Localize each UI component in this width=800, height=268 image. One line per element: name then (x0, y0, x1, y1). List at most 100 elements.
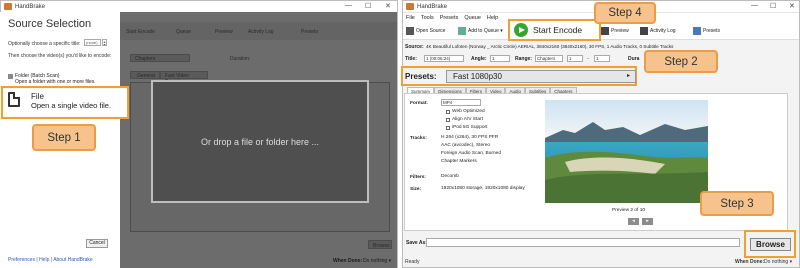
preview-prev-button[interactable]: ◂ (628, 218, 639, 225)
track-item: Foreign Audio Scan, Burned (441, 151, 502, 156)
dim-when-done-label: When Done: (333, 258, 363, 264)
when-done-label: When Done: (735, 259, 765, 265)
maximize-icon[interactable]: ☐ (365, 2, 371, 10)
folder-option[interactable]: Folder (Batch Scan) Open a folder with o… (8, 73, 96, 85)
menu-help[interactable]: Help (487, 15, 498, 21)
tracks-label: Tracks: (410, 136, 427, 141)
step2-callout: Step 2 (644, 50, 718, 73)
drop-zone-text: Or drop a file or folder here ... (200, 136, 320, 147)
range-type-select[interactable]: Chapters (535, 55, 563, 62)
save-as-label: Save As: (406, 240, 427, 246)
dim-start-encode: Start Encode (126, 29, 155, 35)
add-to-queue-button[interactable]: Add to Queue ▾ (458, 27, 503, 35)
title-spinner[interactable]: ▴ ▾ (102, 39, 107, 47)
minimize-icon[interactable]: — (345, 2, 352, 9)
preview-icon (601, 27, 609, 35)
drop-zone[interactable]: Or drop a file or folder here ... (151, 80, 369, 203)
file-option[interactable]: File Open a single video file. (1, 86, 129, 119)
save-as-input[interactable] (426, 238, 740, 247)
size-label: Size: (410, 187, 422, 192)
dim-when-done-value: Do nothing ▾ (363, 258, 392, 264)
open-source-button[interactable]: Open Source (406, 27, 445, 35)
source-value: 4K Beautiful Lofoten (Norway _ Arctic Ci… (426, 44, 674, 49)
dim-range-field: Chapters (130, 54, 190, 62)
title-label: Title: (405, 56, 417, 62)
preview-next-button[interactable]: ▸ (642, 218, 653, 225)
menu-queue[interactable]: Queue (464, 15, 481, 21)
preview-button[interactable]: Preview (601, 27, 629, 35)
title-select[interactable]: (none) (84, 39, 101, 46)
format-select[interactable]: MP4 (441, 99, 481, 106)
dim-queue: Queue (176, 29, 192, 35)
dim-activity-log: Activity Log (248, 29, 274, 35)
source-selection-title: Source Selection (8, 18, 92, 30)
preferences-link[interactable]: Preferences (8, 257, 35, 263)
choose-label: Then choose the video(s) you'd like to e… (8, 53, 112, 59)
start-encode-button[interactable]: Start Encode (508, 19, 601, 41)
activity-log-button[interactable]: Activity Log (640, 27, 676, 35)
presets-row: Presets: Fast 1080p30 ▸ (401, 66, 637, 86)
log-icon (640, 27, 648, 35)
web-optimized-checkbox[interactable]: Web Optimized (446, 109, 485, 114)
close-icon[interactable]: ✕ (385, 2, 391, 10)
preset-selector[interactable]: Fast 1080p30 ▸ (446, 70, 636, 83)
link-separator: | (36, 257, 38, 263)
dim-browse: Browse (368, 240, 392, 249)
footer-links: Preferences | Help | About HandBrake (8, 257, 93, 263)
duration-label: Dura (628, 56, 640, 62)
filters-value: Decomb (441, 174, 459, 179)
folder-option-desc: Open a folder with one or more files. (15, 79, 96, 85)
format-label: Format: (410, 101, 428, 106)
step3-callout: Step 3 (700, 191, 774, 216)
menu-presets[interactable]: Presets (440, 15, 459, 21)
presets-label: Presets: (405, 72, 437, 81)
ipod-support-checkbox[interactable]: iPod 5G Support (446, 125, 487, 130)
maximize-icon[interactable]: ☐ (770, 2, 776, 10)
angle-select[interactable]: 1 (490, 55, 510, 62)
chevron-left-icon: ◂ (632, 218, 635, 224)
range-label: Range: (515, 56, 532, 62)
folder-icon (8, 74, 13, 79)
play-icon (514, 23, 528, 37)
save-as-row: Save As: (404, 237, 786, 250)
menu-tools[interactable]: Tools (421, 15, 434, 21)
preset-value: Fast 1080p30 (453, 72, 502, 81)
status-text: Ready (405, 259, 420, 265)
film-icon (406, 27, 414, 35)
preview-caption: Preview 2 of 10 (612, 208, 646, 213)
chevron-right-icon: ▸ (646, 218, 649, 224)
track-item: H.264 (x264), 30 FPS PFR (441, 135, 499, 140)
help-link[interactable]: Help (39, 257, 49, 263)
file-option-title: File (31, 92, 44, 101)
link-separator: | (50, 257, 53, 263)
close-icon[interactable]: ✕ (789, 2, 795, 10)
checkbox-icon (446, 109, 450, 114)
about-link[interactable]: About HandBrake (53, 257, 92, 263)
track-item: AAC (avcodec), Stereo (441, 143, 491, 148)
source-label: Source: (405, 44, 424, 50)
minimize-icon[interactable]: — (751, 2, 758, 9)
handbrake-logo-icon (4, 3, 12, 10)
left-window-title: HandBrake (15, 3, 46, 10)
range-to-select[interactable]: 1 (594, 55, 610, 62)
align-av-checkbox[interactable]: Align A/V Start (446, 117, 483, 122)
queue-add-icon (458, 27, 466, 35)
range-separator: - (587, 56, 589, 62)
browse-button[interactable]: Browse (750, 238, 791, 251)
menu-file[interactable]: File (406, 15, 415, 21)
when-done-select[interactable]: Do nothing ▾ (764, 259, 792, 265)
right-window-title: HandBrake (417, 3, 448, 10)
handbrake-logo-icon (406, 3, 414, 10)
track-item: Chapter Markers (441, 159, 477, 164)
step4-callout: Step 4 (594, 2, 656, 24)
cancel-button[interactable]: Cancel (86, 239, 108, 248)
checkbox-icon (446, 117, 450, 122)
range-from-select[interactable]: 1 (567, 55, 583, 62)
presets-button[interactable]: Presets (693, 27, 720, 35)
filters-label: Filters: (410, 175, 426, 180)
title-select[interactable]: 1 (00:06:24) (424, 55, 464, 62)
dim-presets: Presets (301, 29, 318, 35)
dim-tab-presets: Fast Video Presets (160, 71, 208, 85)
step1-callout: Step 1 (32, 124, 96, 151)
size-value: 1920x1080 storage, 1920x1080 display (441, 186, 525, 191)
